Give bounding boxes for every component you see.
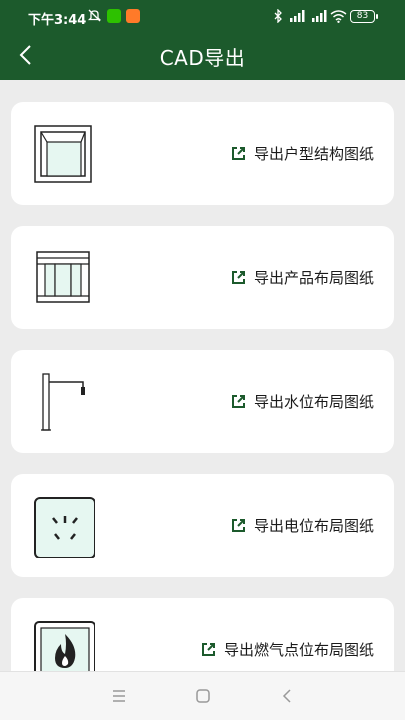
app-notification-icon	[126, 9, 140, 23]
export-card-electric-layout[interactable]: 导出电位布局图纸	[11, 474, 394, 577]
wifi-icon	[330, 10, 347, 23]
export-action[interactable]: 导出电位布局图纸	[231, 514, 374, 536]
external-link-icon	[201, 642, 215, 656]
export-label: 导出水位布局图纸	[253, 392, 374, 411]
menu-icon[interactable]	[108, 686, 130, 706]
back-icon[interactable]	[277, 686, 299, 706]
bluetooth-icon	[274, 9, 282, 23]
battery-indicator: 83	[350, 10, 378, 23]
export-action[interactable]: 导出户型结构图纸	[231, 142, 374, 164]
external-link-icon	[231, 146, 245, 160]
home-icon[interactable]	[192, 686, 214, 706]
external-link-icon	[231, 270, 245, 284]
floorplan-structure-icon	[34, 125, 92, 183]
export-card-product-layout[interactable]: 导出产品布局图纸	[11, 226, 394, 329]
export-card-floorplan-structure[interactable]: 导出户型结构图纸	[11, 102, 394, 205]
export-options-list: 导出户型结构图纸 导出产品布局图纸 导出水位布局图纸 导出电位布局图纸 导出燃气…	[0, 80, 405, 671]
page-title: CAD导出	[159, 46, 246, 70]
export-action[interactable]: 导出燃气点位布局图纸	[201, 638, 374, 660]
export-label: 导出燃气点位布局图纸	[223, 640, 374, 659]
system-navigation-bar	[0, 671, 405, 720]
faucet-icon	[41, 373, 85, 431]
export-label: 导出产品布局图纸	[253, 268, 374, 287]
status-time: 下午3:44	[28, 13, 87, 28]
gas-flame-icon	[34, 621, 95, 671]
export-action[interactable]: 导出产品布局图纸	[231, 266, 374, 288]
export-label: 导出电位布局图纸	[253, 516, 374, 535]
external-link-icon	[231, 394, 245, 408]
notification-muted-icon	[87, 9, 102, 22]
cell-signal-icon	[290, 10, 305, 22]
export-label: 导出户型结构图纸	[253, 144, 374, 163]
cell-signal-icon	[312, 10, 327, 22]
power-socket-icon	[34, 497, 95, 558]
top-app-bar: 下午3:44 83 CAD导出	[0, 0, 405, 80]
cabinet-layout-icon	[36, 251, 90, 303]
external-link-icon	[231, 518, 245, 532]
status-bar: 下午3:44 83	[0, 0, 405, 34]
export-card-water-layout[interactable]: 导出水位布局图纸	[11, 350, 394, 453]
wechat-notification-icon	[107, 9, 121, 23]
export-action[interactable]: 导出水位布局图纸	[231, 390, 374, 412]
export-card-gas-layout[interactable]: 导出燃气点位布局图纸	[11, 598, 394, 671]
